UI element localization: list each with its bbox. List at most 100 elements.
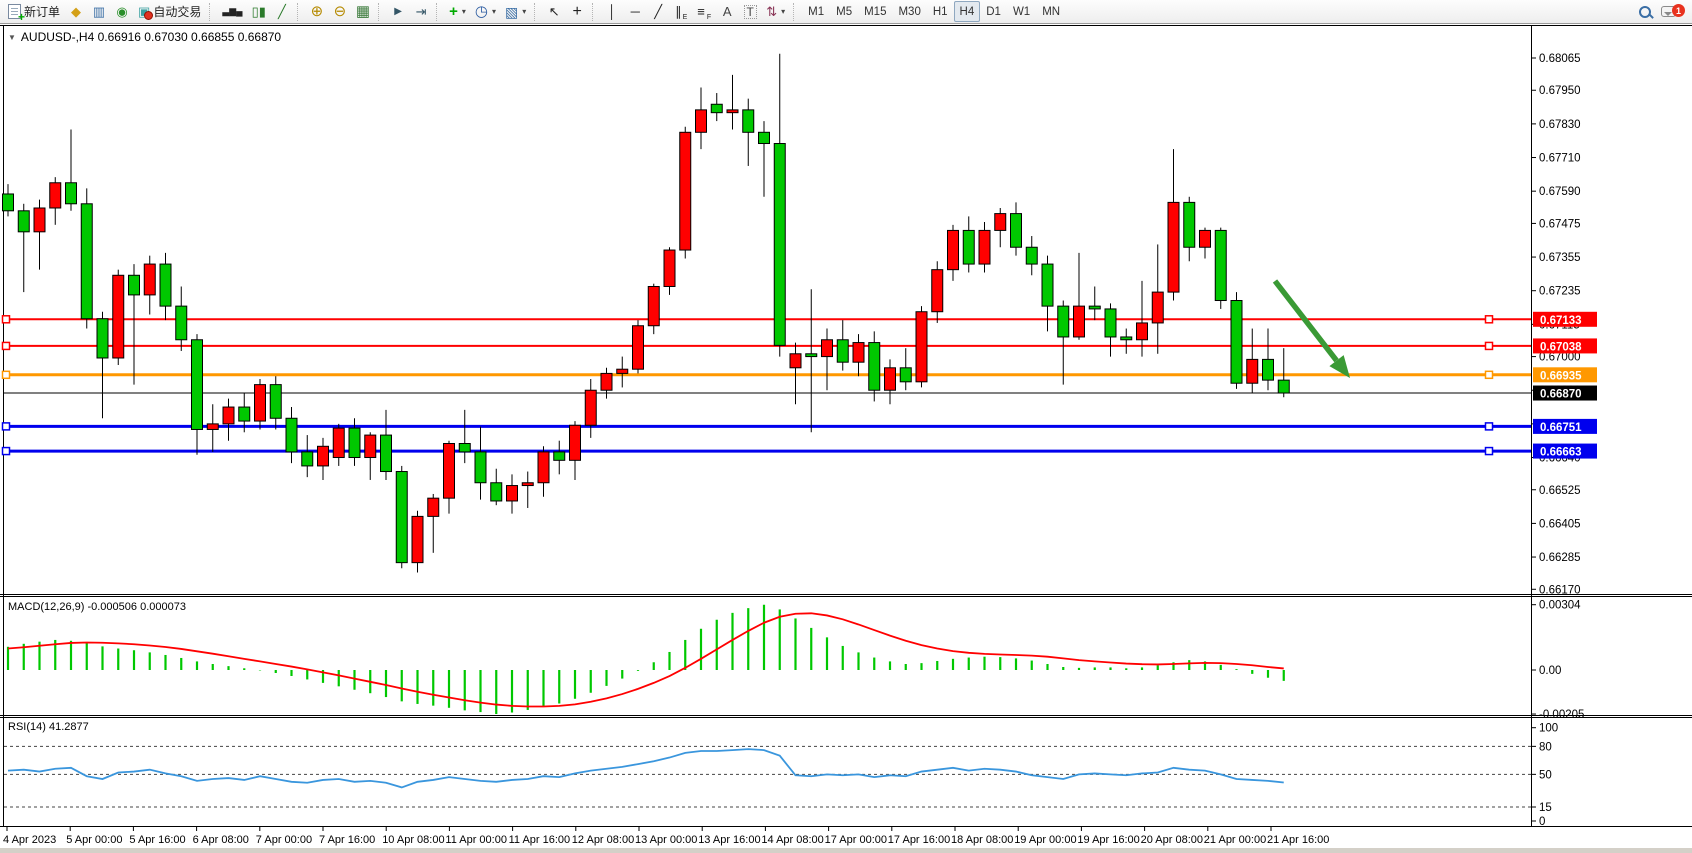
auto-trading-button[interactable]: ▣ 自动交易 (134, 1, 205, 22)
toolbar-separator (793, 3, 798, 21)
timeframe-button-d1[interactable]: D1 (980, 1, 1007, 22)
channel-tool-button[interactable]: ∥E (670, 1, 692, 22)
candle-body (381, 435, 392, 471)
collapse-triangle-icon[interactable]: ▼ (8, 33, 16, 42)
candle-body (491, 483, 502, 501)
hline-handle[interactable] (1486, 371, 1493, 378)
candle-body (759, 132, 770, 143)
candle-body (475, 452, 486, 483)
market-watch-icon: ▥ (93, 5, 105, 18)
search-button[interactable] (1634, 1, 1656, 22)
candle-body (144, 264, 155, 295)
horizontal-line-tool-button[interactable]: ─ (624, 1, 646, 22)
chevron-down-icon: ▾ (492, 7, 496, 16)
price-tick-label: 0.66170 (1539, 584, 1581, 596)
candle-body (948, 230, 959, 269)
cursor-tool-button[interactable]: ↖ (543, 1, 565, 22)
label-tool-button[interactable]: T (739, 1, 761, 22)
crosshair-tool-button[interactable]: + (566, 1, 588, 22)
candle-body (522, 483, 533, 486)
indicators-button[interactable]: + ▾ (445, 1, 470, 22)
hline-handle[interactable] (3, 316, 10, 323)
price-tag-label: 0.67133 (1540, 315, 1582, 327)
chart-line-button[interactable]: ╱ (271, 1, 293, 22)
candle-body (570, 425, 581, 460)
time-tick-label: 7 Apr 00:00 (256, 834, 312, 846)
trendline-tool-button[interactable]: ╱ (647, 1, 669, 22)
hline-handle[interactable] (1486, 316, 1493, 323)
rsi-level-label: 0 (1539, 816, 1545, 828)
candle-body (160, 264, 171, 306)
timeframe-button-m5[interactable]: M5 (830, 1, 858, 22)
rsi-level-label: 100 (1539, 723, 1558, 735)
bar-chart-icon: ▃▆▄ (222, 7, 242, 16)
arrows-tool-button[interactable]: ⇅ ▾ (762, 1, 789, 22)
timeframe-button-m30[interactable]: M30 (892, 1, 926, 22)
hline-handle[interactable] (3, 371, 10, 378)
market-watch-button[interactable]: ▥ (88, 1, 110, 22)
hline-handle[interactable] (1486, 448, 1493, 455)
zoom-in-icon: ⊕ (311, 4, 324, 19)
candle-body (129, 275, 140, 295)
hline-handle[interactable] (1486, 423, 1493, 430)
candle-body (538, 452, 549, 483)
new-order-button[interactable]: 新订单 (4, 1, 64, 22)
candle-body (1247, 359, 1258, 383)
candle-body (696, 110, 707, 132)
timeframe-button-m1[interactable]: M1 (802, 1, 830, 22)
chart-shift-button[interactable]: ⇥ (410, 1, 432, 22)
chart-bars-button[interactable]: ▃▆▄ (218, 1, 246, 22)
candle-body (223, 407, 234, 424)
timeframe-button-m15[interactable]: M15 (858, 1, 892, 22)
timeframe-button-h1[interactable]: H1 (927, 1, 954, 22)
timeframe-button-h4[interactable]: H4 (954, 1, 981, 22)
time-tick-label: 13 Apr 00:00 (635, 834, 697, 846)
styler-button[interactable]: ◆ (65, 1, 87, 22)
periods-button[interactable]: ◷ ▾ (471, 1, 500, 22)
candle-body (396, 472, 407, 563)
candle-body (507, 486, 518, 501)
timeframe-group: M1M5M15M30H1H4D1W1MN (802, 1, 1066, 22)
hline-handle[interactable] (3, 448, 10, 455)
signals-button[interactable]: ◉ (111, 1, 133, 22)
price-tick-label: 0.67590 (1539, 186, 1581, 198)
zoom-in-button[interactable]: ⊕ (306, 1, 328, 22)
chart-canvas[interactable]: 0.680650.679500.678300.677100.675900.674… (0, 24, 1692, 848)
tile-windows-button[interactable]: ▦ (352, 1, 374, 22)
price-tag-label: 0.66663 (1540, 447, 1582, 459)
indicators-icon: + (449, 4, 458, 19)
macd-tick-label: 0.00 (1539, 665, 1561, 677)
notifications-button[interactable]: 1 (1657, 1, 1680, 22)
toolbar-separator (436, 3, 441, 21)
auto-scroll-button[interactable]: ▶ (387, 1, 409, 22)
text-tool-button[interactable]: A (716, 1, 738, 22)
fibonacci-tool-button[interactable]: ≡F (693, 1, 715, 22)
timeframe-button-w1[interactable]: W1 (1007, 1, 1036, 22)
timeframe-button-mn[interactable]: MN (1036, 1, 1066, 22)
candle-body (743, 110, 754, 132)
templates-button[interactable]: ▧ ▾ (501, 1, 530, 22)
chart-candles-button[interactable]: ▯▮ (248, 1, 270, 22)
toolbar-separator (534, 3, 539, 21)
candle-body (1200, 230, 1211, 247)
text-icon: A (723, 5, 732, 18)
vertical-line-tool-button[interactable]: │ (601, 1, 623, 22)
hline-handle[interactable] (1486, 342, 1493, 349)
auto-scroll-icon: ▶ (394, 7, 402, 17)
candle-body (1042, 264, 1053, 306)
candle-body (633, 326, 644, 369)
time-tick-label: 5 Apr 16:00 (129, 834, 185, 846)
hline-handle[interactable] (3, 342, 10, 349)
trendline-icon: ╱ (654, 5, 662, 18)
candle-body (1074, 306, 1085, 337)
hline-handle[interactable] (3, 423, 10, 430)
candle-body (1215, 230, 1226, 300)
candle-body (554, 452, 565, 460)
candle-body (3, 194, 14, 211)
search-icon (1639, 6, 1651, 18)
candle-body (81, 204, 92, 319)
line-chart-icon: ╱ (278, 5, 286, 18)
candle-body (822, 340, 833, 357)
zoom-out-button[interactable]: ⊖ (329, 1, 351, 22)
candle-body (302, 452, 313, 466)
